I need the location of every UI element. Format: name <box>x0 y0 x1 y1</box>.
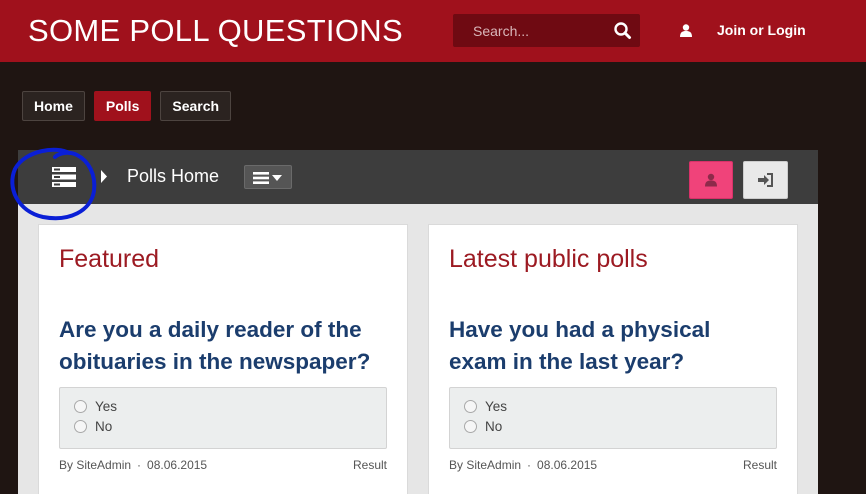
result-link[interactable]: Result <box>743 458 777 472</box>
option-label: Yes <box>95 399 118 414</box>
list-icon[interactable] <box>51 166 77 193</box>
user-icon <box>680 23 692 37</box>
site-title[interactable]: SOME POLL QUESTIONS <box>28 13 403 49</box>
search-icon[interactable] <box>612 20 634 42</box>
author-link[interactable]: SiteAdmin <box>76 458 131 472</box>
user-icon <box>705 173 717 187</box>
nav-search-button[interactable]: Search <box>160 91 232 121</box>
poll-date: 08.06.2015 <box>147 458 208 472</box>
poll-question[interactable]: Have you had a physical exam in the last… <box>449 314 769 378</box>
sign-in-button[interactable] <box>743 161 788 199</box>
polls-panel: Polls Home Featured Are you a daily read… <box>18 150 818 494</box>
caret-right-icon <box>100 170 108 188</box>
menu-dropdown-icon <box>253 172 282 184</box>
featured-card: Featured Are you a daily reader of the o… <box>38 224 408 494</box>
poll-option-yes[interactable]: Yes <box>464 399 507 414</box>
poll-option-no[interactable]: No <box>464 419 502 434</box>
sign-in-icon <box>757 173 773 187</box>
top-header: SOME POLL QUESTIONS Join or Login <box>0 0 866 62</box>
poll-meta: By SiteAdmin · 08.06.2015 <box>449 458 597 472</box>
poll-options: Yes No <box>59 387 387 449</box>
poll-question[interactable]: Are you a daily reader of the obituaries… <box>59 314 379 378</box>
radio-button[interactable] <box>464 420 477 433</box>
radio-button[interactable] <box>74 420 87 433</box>
option-label: No <box>485 419 503 434</box>
option-label: Yes <box>485 399 508 414</box>
menu-dropdown-button[interactable] <box>244 165 292 189</box>
author-prefix: By <box>59 458 77 472</box>
nav-buttons: Home Polls Search <box>22 91 240 121</box>
poll-options: Yes No <box>449 387 777 449</box>
author-link[interactable]: SiteAdmin <box>466 458 521 472</box>
join-login-link[interactable]: Join or Login <box>680 22 806 38</box>
nav-polls-button[interactable]: Polls <box>93 91 152 121</box>
card-heading: Featured <box>59 245 160 273</box>
radio-button[interactable] <box>74 400 87 413</box>
radio-button[interactable] <box>464 400 477 413</box>
search-input[interactable] <box>453 14 603 47</box>
user-profile-button[interactable] <box>689 161 733 199</box>
card-heading: Latest public polls <box>449 245 648 273</box>
meta-separator: · <box>527 458 532 472</box>
nav-home-button[interactable]: Home <box>22 91 85 121</box>
search-box <box>453 14 640 47</box>
poll-date: 08.06.2015 <box>537 458 598 472</box>
poll-option-no[interactable]: No <box>74 419 112 434</box>
latest-polls-card: Latest public polls Have you had a physi… <box>428 224 798 494</box>
option-label: No <box>95 419 113 434</box>
panel-toolbar: Polls Home <box>18 150 818 204</box>
join-login-label: Join or Login <box>717 22 806 38</box>
poll-option-yes[interactable]: Yes <box>74 399 117 414</box>
meta-separator: · <box>137 458 142 472</box>
panel-title[interactable]: Polls Home <box>127 166 219 187</box>
poll-meta: By SiteAdmin · 08.06.2015 <box>59 458 207 472</box>
result-link[interactable]: Result <box>353 458 387 472</box>
author-prefix: By <box>449 458 467 472</box>
